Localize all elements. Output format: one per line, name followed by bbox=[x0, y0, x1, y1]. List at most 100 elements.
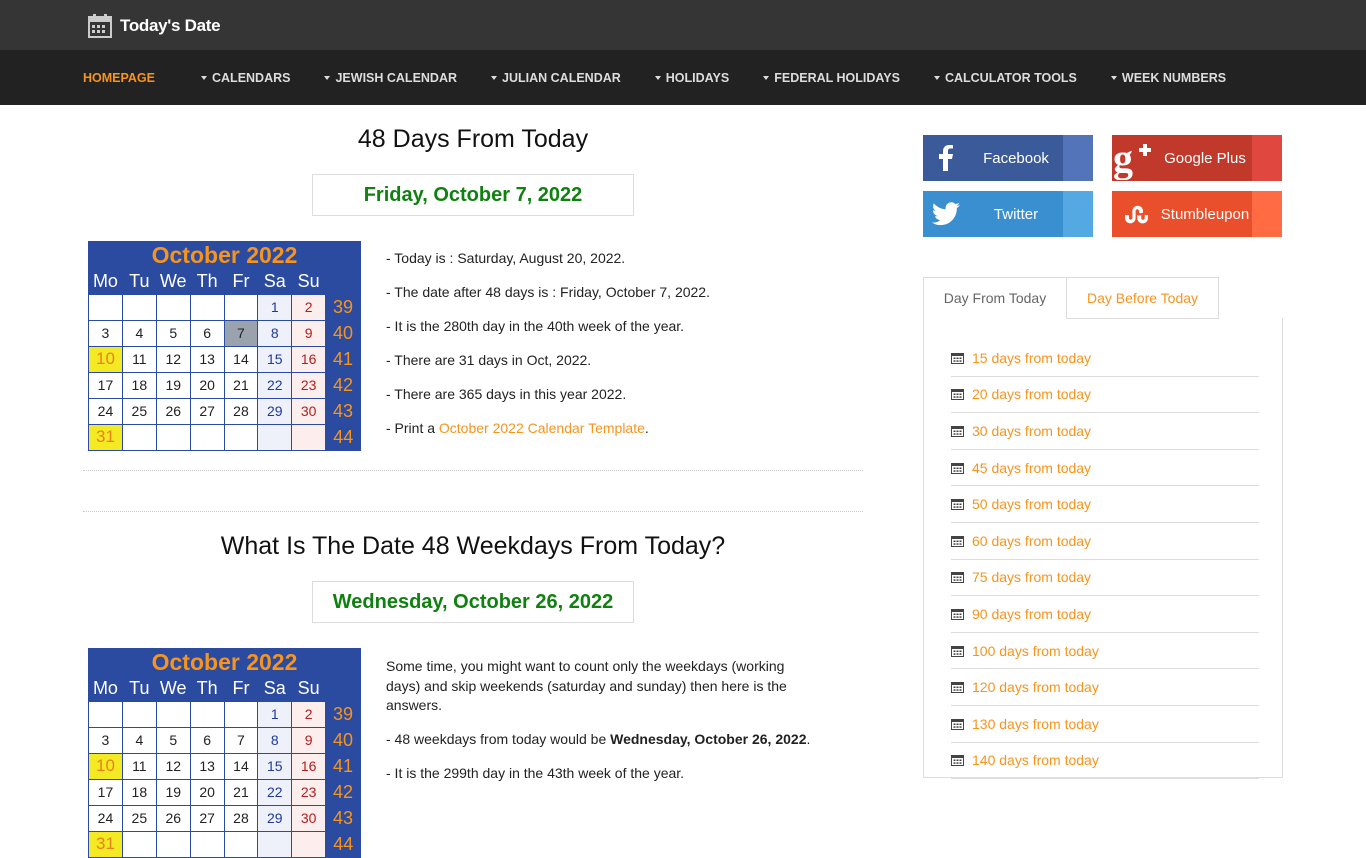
day-link-item[interactable]: 120 days from today bbox=[951, 669, 1259, 706]
calendar-day[interactable]: 29 bbox=[257, 397, 293, 425]
calendar-day[interactable]: 17 bbox=[88, 778, 123, 806]
calendar-day[interactable]: 20 bbox=[189, 371, 225, 399]
day-link-item[interactable]: 140 days from today bbox=[951, 743, 1259, 780]
day-link[interactable]: 100 days from today bbox=[972, 643, 1099, 659]
calendar-day[interactable]: 30 bbox=[291, 397, 327, 425]
calendar-day[interactable]: 22 bbox=[257, 778, 293, 806]
day-link-item[interactable]: 90 days from today bbox=[951, 596, 1259, 633]
day-link-item[interactable]: 45 days from today bbox=[951, 450, 1259, 487]
day-link-item[interactable]: 100 days from today bbox=[951, 633, 1259, 670]
calendar-day[interactable]: 10 bbox=[88, 752, 123, 780]
calendar-day[interactable]: 3 bbox=[88, 319, 123, 347]
facebook-share-button[interactable]: Facebook bbox=[923, 135, 1093, 181]
calendar-day[interactable]: 24 bbox=[88, 804, 123, 832]
calendar-day[interactable]: 11 bbox=[121, 345, 157, 373]
calendar-day[interactable]: 8 bbox=[257, 319, 293, 347]
calendar-day[interactable]: 25 bbox=[121, 397, 157, 425]
brand-link[interactable]: Today's Date bbox=[88, 12, 221, 40]
nav-item-holidays[interactable]: HOLIDAYS bbox=[654, 71, 729, 85]
nav-item-julian-calendar[interactable]: JULIAN CALENDAR bbox=[491, 71, 621, 85]
day-link[interactable]: 120 days from today bbox=[972, 679, 1099, 695]
calendar-day[interactable]: 2 bbox=[291, 700, 327, 728]
calendar-day[interactable]: 23 bbox=[291, 778, 327, 806]
calendar-day[interactable]: 6 bbox=[189, 726, 225, 754]
calendar-day[interactable]: 15 bbox=[257, 345, 293, 373]
calendar-day[interactable]: 19 bbox=[155, 371, 191, 399]
calendar-day[interactable]: 28 bbox=[223, 397, 259, 425]
calendar-day[interactable]: 12 bbox=[155, 752, 191, 780]
day-link-item[interactable]: 60 days from today bbox=[951, 523, 1259, 560]
calendar-day[interactable]: 10 bbox=[88, 345, 123, 373]
calendar-day[interactable]: 13 bbox=[189, 345, 225, 373]
calendar-day[interactable]: 16 bbox=[291, 345, 327, 373]
day-link[interactable]: 20 days from today bbox=[972, 386, 1091, 402]
day-link[interactable]: 60 days from today bbox=[972, 533, 1091, 549]
calendar-day[interactable]: 16 bbox=[291, 752, 327, 780]
calendar-day[interactable]: 25 bbox=[121, 804, 157, 832]
stumbleupon-share-button[interactable]: Stumbleupon bbox=[1112, 191, 1282, 237]
calendar-day[interactable]: 1 bbox=[257, 293, 293, 321]
calendar-day[interactable]: 26 bbox=[155, 804, 191, 832]
calendar-day[interactable]: 2 bbox=[291, 293, 327, 321]
calendar-day[interactable]: 5 bbox=[155, 319, 191, 347]
day-link-item[interactable]: 30 days from today bbox=[951, 413, 1259, 450]
calendar-day[interactable]: 21 bbox=[223, 778, 259, 806]
day-link-item[interactable]: 20 days from today bbox=[951, 377, 1259, 414]
calendar-day[interactable]: 9 bbox=[291, 726, 327, 754]
day-link[interactable]: 130 days from today bbox=[972, 716, 1099, 732]
calendar-day[interactable]: 1 bbox=[257, 700, 293, 728]
calendar-template-link[interactable]: October 2022 Calendar Template bbox=[439, 420, 645, 436]
calendar-day[interactable]: 27 bbox=[189, 804, 225, 832]
tab-day-before-today[interactable]: Day Before Today bbox=[1066, 277, 1219, 319]
day-link-item[interactable]: 130 days from today bbox=[951, 706, 1259, 743]
nav-item-calculator-tools[interactable]: CALCULATOR TOOLS bbox=[933, 71, 1077, 85]
calendar-day[interactable]: 5 bbox=[155, 726, 191, 754]
nav-item-week-numbers[interactable]: WEEK NUMBERS bbox=[1110, 71, 1226, 85]
calendar-day[interactable]: 24 bbox=[88, 397, 123, 425]
calendar-day[interactable]: 26 bbox=[155, 397, 191, 425]
day-link[interactable]: 140 days from today bbox=[972, 752, 1099, 768]
day-link[interactable]: 75 days from today bbox=[972, 569, 1091, 585]
calendar-day[interactable]: 28 bbox=[223, 804, 259, 832]
calendar-day[interactable]: 29 bbox=[257, 804, 293, 832]
day-link-item[interactable]: 75 days from today bbox=[951, 560, 1259, 597]
nav-item-calendars[interactable]: CALENDARS bbox=[201, 71, 290, 85]
calendar-day[interactable]: 22 bbox=[257, 371, 293, 399]
calendar-day[interactable]: 15 bbox=[257, 752, 293, 780]
calendar-day[interactable]: 31 bbox=[88, 830, 123, 858]
day-link[interactable]: 30 days from today bbox=[972, 423, 1091, 439]
calendar-day[interactable]: 12 bbox=[155, 345, 191, 373]
nav-item-federal-holidays[interactable]: FEDERAL HOLIDAYS bbox=[763, 71, 900, 85]
day-link[interactable]: 15 days from today bbox=[972, 350, 1091, 366]
calendar-day[interactable]: 18 bbox=[121, 778, 157, 806]
day-link-item[interactable]: 15 days from today bbox=[951, 340, 1259, 377]
calendar-day[interactable]: 18 bbox=[121, 371, 157, 399]
twitter-share-button[interactable]: Twitter bbox=[923, 191, 1093, 237]
calendar-day[interactable]: 20 bbox=[189, 778, 225, 806]
calendar-day[interactable]: 3 bbox=[88, 726, 123, 754]
calendar-day[interactable]: 23 bbox=[291, 371, 327, 399]
calendar-day[interactable]: 31 bbox=[88, 423, 123, 451]
day-link[interactable]: 90 days from today bbox=[972, 606, 1091, 622]
calendar-day[interactable]: 8 bbox=[257, 726, 293, 754]
tab-day-from-today[interactable]: Day From Today bbox=[923, 277, 1067, 319]
calendar-day[interactable]: 6 bbox=[189, 319, 225, 347]
calendar-day[interactable]: 17 bbox=[88, 371, 123, 399]
calendar-day[interactable]: 4 bbox=[121, 726, 157, 754]
calendar-day[interactable]: 7 bbox=[223, 726, 259, 754]
day-link[interactable]: 50 days from today bbox=[972, 496, 1091, 512]
calendar-day[interactable]: 14 bbox=[223, 752, 259, 780]
nav-item-jewish-calendar[interactable]: JEWISH CALENDAR bbox=[324, 71, 457, 85]
day-link-item[interactable]: 50 days from today bbox=[951, 486, 1259, 523]
calendar-day[interactable]: 11 bbox=[121, 752, 157, 780]
calendar-day[interactable]: 19 bbox=[155, 778, 191, 806]
calendar-day[interactable]: 4 bbox=[121, 319, 157, 347]
calendar-day[interactable]: 27 bbox=[189, 397, 225, 425]
calendar-day[interactable]: 14 bbox=[223, 345, 259, 373]
googleplus-share-button[interactable]: g Google Plus bbox=[1112, 135, 1282, 181]
calendar-day[interactable]: 30 bbox=[291, 804, 327, 832]
nav-item-homepage[interactable]: HOMEPAGE bbox=[83, 71, 155, 85]
calendar-day[interactable]: 21 bbox=[223, 371, 259, 399]
calendar-day[interactable]: 13 bbox=[189, 752, 225, 780]
day-link[interactable]: 45 days from today bbox=[972, 460, 1091, 476]
